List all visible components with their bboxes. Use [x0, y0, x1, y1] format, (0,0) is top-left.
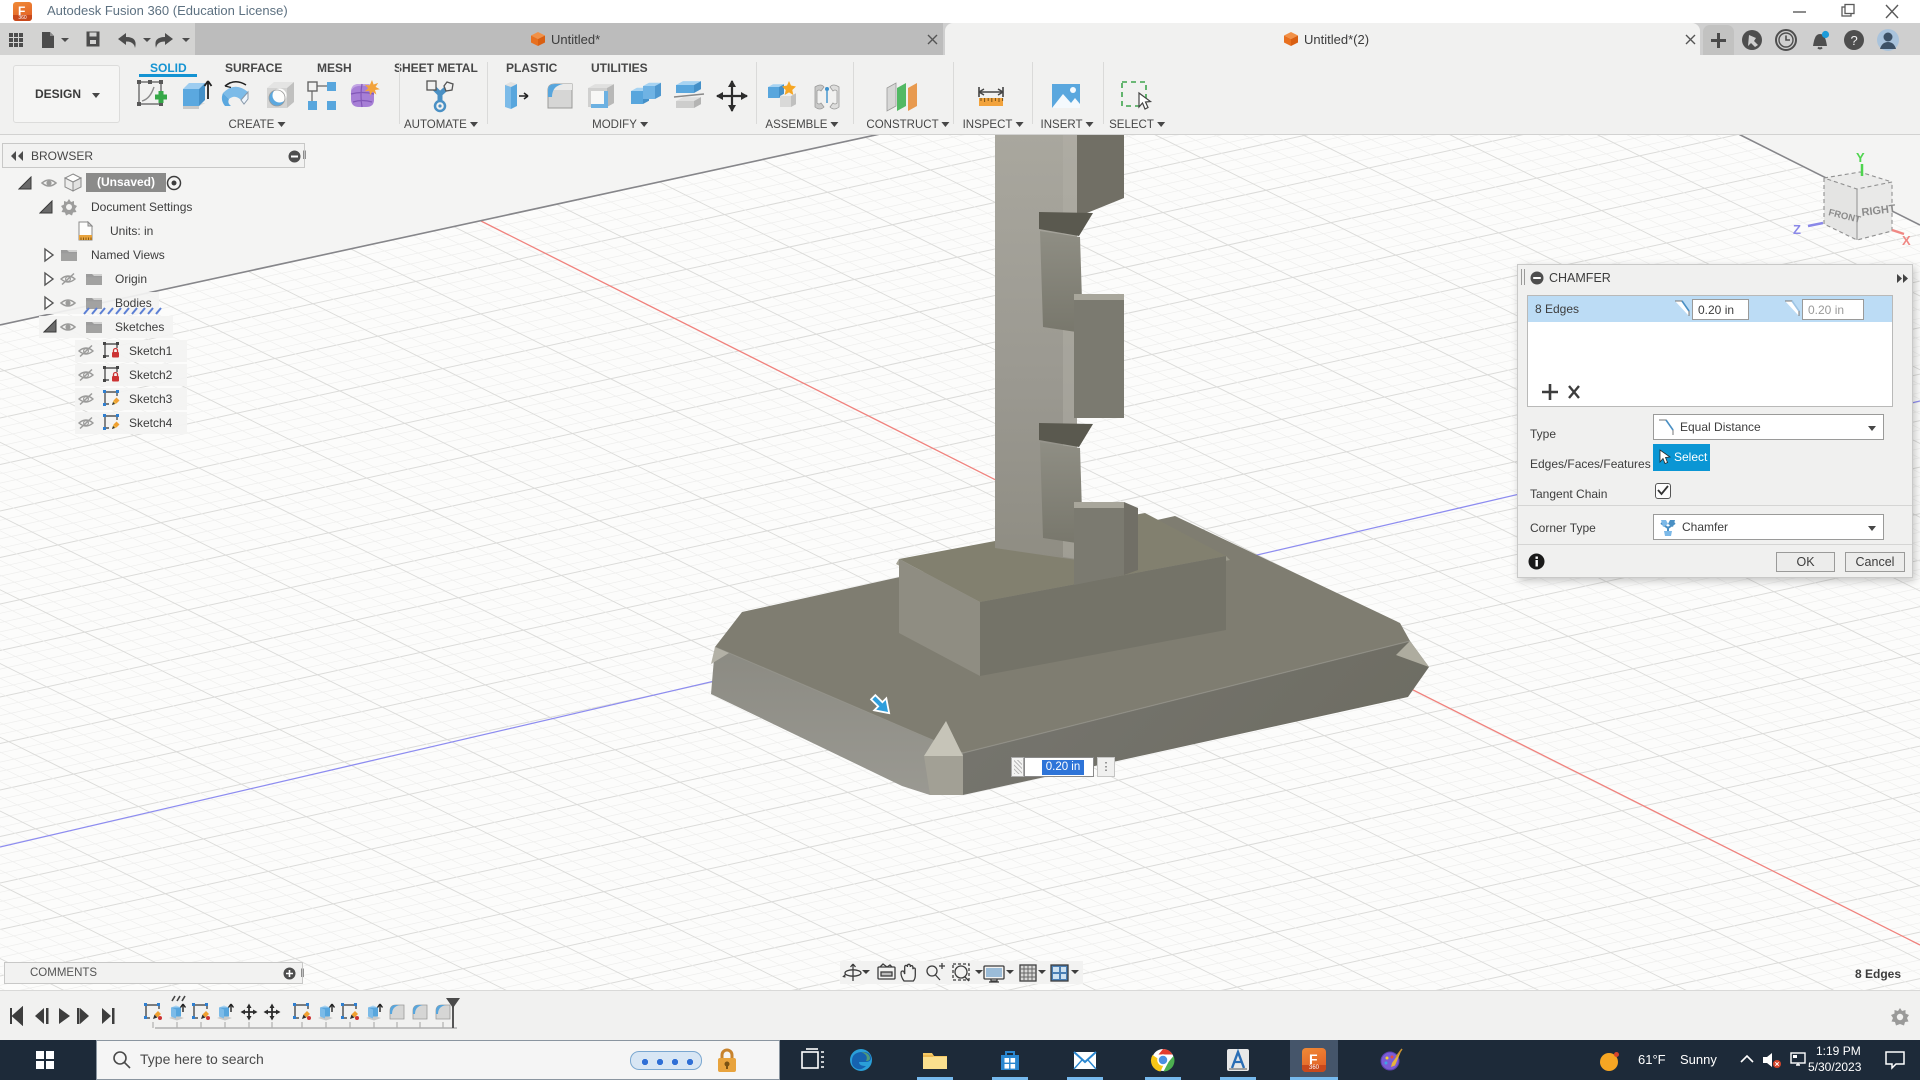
- svg-text:Y: Y: [1856, 150, 1865, 165]
- svg-text:X: X: [1902, 233, 1911, 248]
- svg-text:Z: Z: [1793, 222, 1801, 237]
- svg-text:?: ?: [1851, 33, 1858, 48]
